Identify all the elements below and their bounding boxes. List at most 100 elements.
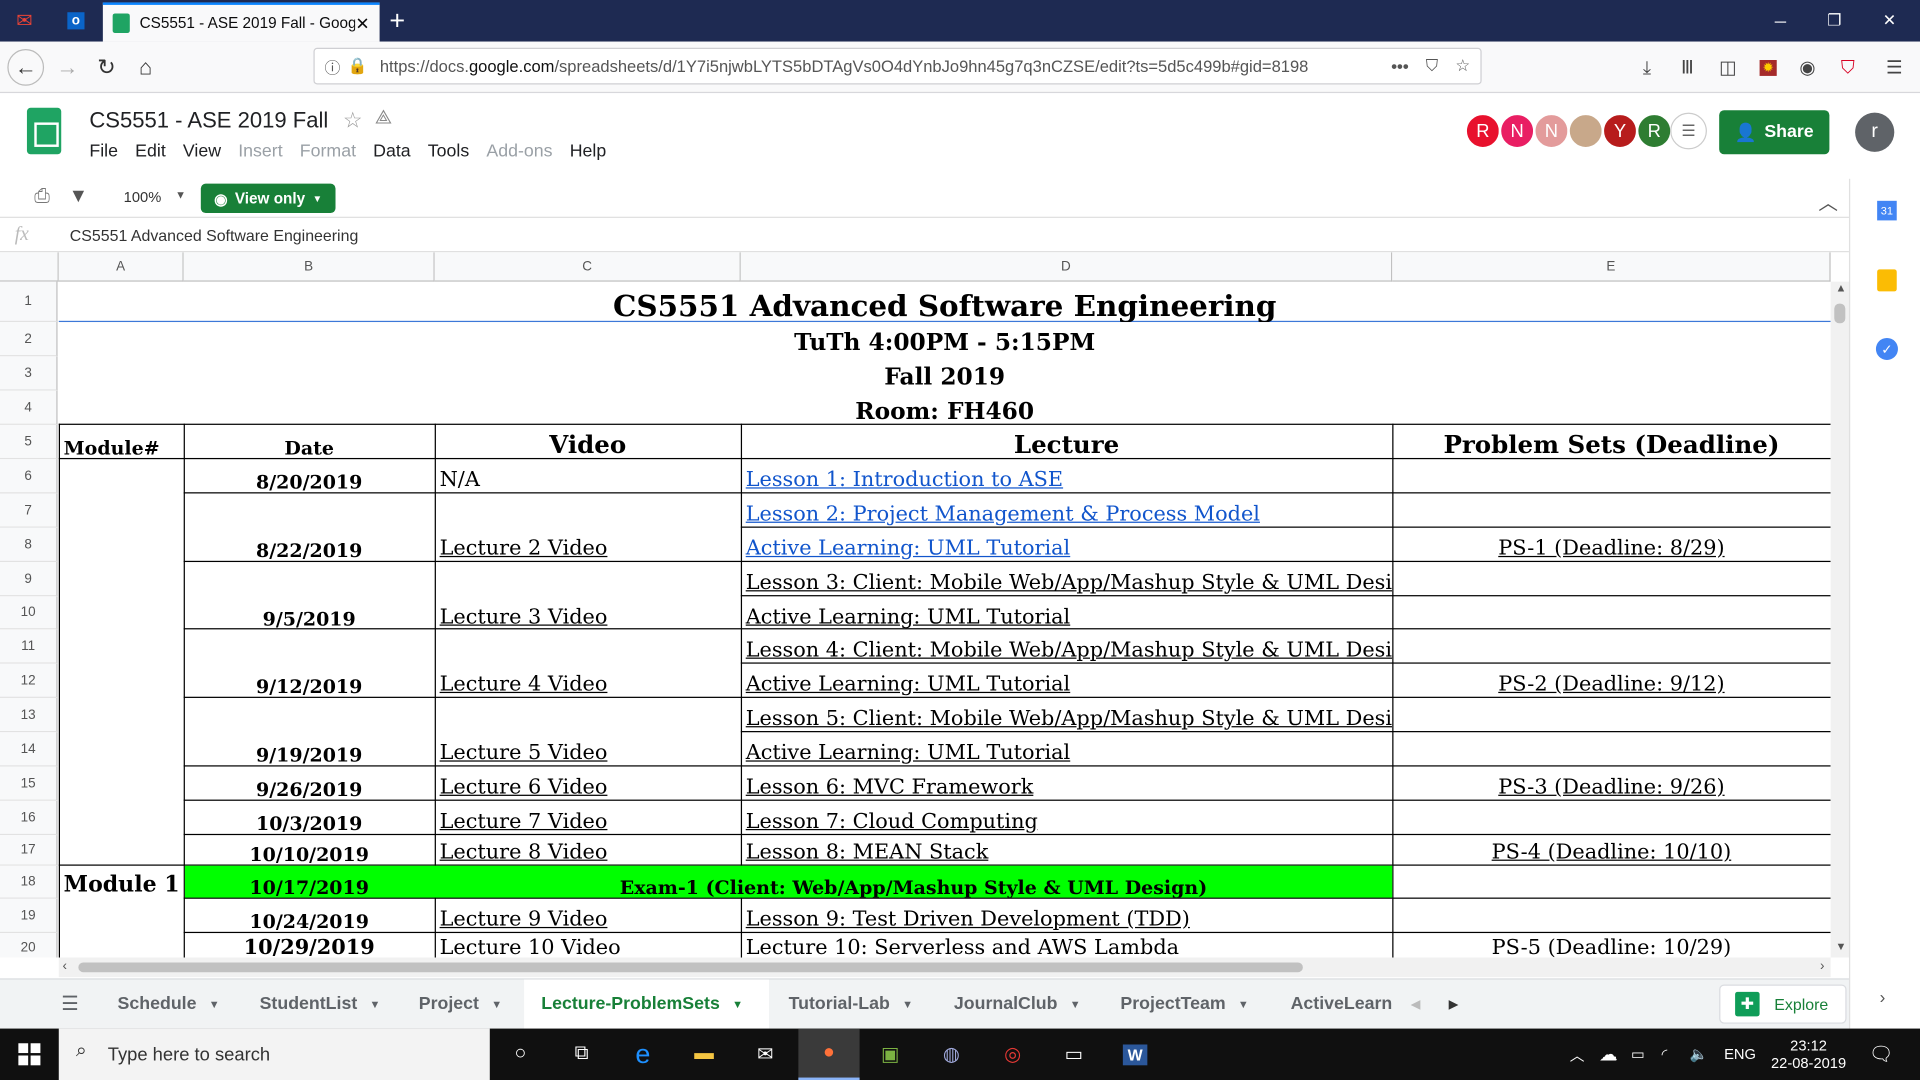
row-header[interactable]: 18	[0, 865, 58, 899]
lecture-link[interactable]: Lesson 8: MEAN Stack	[741, 835, 1392, 864]
row-header[interactable]: 2	[0, 322, 58, 357]
url-bar[interactable]: ⓘ 🔒 https://docs.google.com/spreadsheets…	[313, 47, 1482, 85]
date-cell[interactable]: 10/24/2019	[184, 899, 435, 932]
problem-set-link[interactable]: PS-4 (Deadline: 10/10)	[1392, 835, 1830, 864]
filter-icon[interactable]: ▼	[69, 186, 88, 208]
schedule-cell[interactable]: TuTh 4:00PM - 5:15PM	[59, 322, 1831, 356]
term-cell[interactable]: Fall 2019	[59, 356, 1831, 390]
date-cell[interactable]: 9/26/2019	[184, 767, 435, 800]
row-header[interactable]: 17	[0, 835, 58, 866]
sheet-tab[interactable]: ActiveLearn	[1273, 980, 1393, 1029]
lecture-link[interactable]: Lesson 1: Introduction to ASE	[741, 459, 1392, 492]
lecture-link[interactable]: Lesson 5: Client: Mobile Web/App/Mashup …	[741, 698, 1393, 731]
date-cell[interactable]: 8/22/2019	[184, 528, 435, 561]
row-header[interactable]: 15	[0, 766, 58, 801]
row-header[interactable]: 4	[0, 390, 58, 425]
view-only-button[interactable]: ◉ View only ▼	[200, 183, 336, 214]
video-link[interactable]: Lecture 6 Video	[435, 767, 741, 800]
notifications-icon[interactable]: 🗨	[1869, 1029, 1894, 1080]
battery-icon[interactable]: ▭	[1631, 1029, 1645, 1080]
avatar[interactable]: R	[1635, 112, 1673, 150]
bookmark-star-icon[interactable]: ☆	[1455, 56, 1470, 76]
page-actions-icon[interactable]: •••	[1391, 57, 1408, 75]
word-icon[interactable]: W	[1104, 1029, 1165, 1080]
sheets-logo-icon[interactable]	[26, 107, 62, 155]
menu-help[interactable]: Help	[570, 142, 607, 162]
zoom-select[interactable]: 100%	[124, 189, 162, 206]
lecture-link[interactable]: Lesson 4: Client: Mobile Web/App/Mashup …	[741, 629, 1393, 662]
lecture-link[interactable]: Active Learning: UML Tutorial	[741, 664, 1392, 697]
column-header-e[interactable]: E	[1392, 252, 1831, 282]
lecture-link[interactable]: Active Learning: UML Tutorial	[741, 528, 1392, 561]
problem-set-link[interactable]: PS-1 (Deadline: 8/29)	[1392, 528, 1830, 561]
video-link[interactable]: Lecture 2 Video	[435, 528, 741, 561]
column-header-d[interactable]: D	[740, 252, 1393, 282]
language-indicator[interactable]: ENG	[1724, 1029, 1756, 1080]
document-title[interactable]: CS5551 - ASE 2019 Fall	[89, 108, 328, 134]
lecture-link[interactable]: Lesson 6: MVC Framework	[741, 767, 1392, 800]
wifi-icon[interactable]: ◜	[1662, 1029, 1668, 1080]
column-header-b[interactable]: B	[183, 252, 435, 282]
close-tab-icon[interactable]: ✕	[355, 13, 369, 34]
date-cell[interactable]: 9/12/2019	[184, 664, 435, 697]
date-cell[interactable]: 10/3/2019	[184, 801, 435, 834]
avatar[interactable]: Y	[1601, 112, 1639, 150]
row-header[interactable]: 8	[0, 527, 58, 563]
cortana-icon[interactable]: ○	[490, 1029, 551, 1080]
date-cell[interactable]: 10/17/2019	[184, 866, 435, 898]
menu-icon[interactable]: ☰	[1881, 54, 1908, 81]
sheet-tab[interactable]: Tutorial-Lab ▼	[771, 980, 930, 1029]
menu-view[interactable]: View	[183, 142, 221, 162]
pocket-toolbar-icon[interactable]: ⛉	[1834, 54, 1861, 81]
account-icon[interactable]: ◉	[1794, 54, 1821, 81]
clock[interactable]: 23:12 22-08-2019	[1769, 1029, 1847, 1080]
module-label[interactable]: Module 1	[59, 866, 184, 898]
browser-active-tab[interactable]: CS5551 - ASE 2019 Fall - Googl ✕	[102, 2, 380, 42]
video-link[interactable]: Lecture 5 Video	[435, 732, 741, 765]
firefox-icon[interactable]: ●	[798, 1028, 860, 1080]
header-lecture[interactable]: Lecture	[741, 425, 1392, 458]
file-explorer-icon[interactable]: ▬	[673, 1029, 734, 1080]
video-cell[interactable]: N/A	[435, 459, 741, 492]
date-cell[interactable]: 8/20/2019	[184, 459, 435, 492]
mail-icon[interactable]: ✉	[735, 1029, 796, 1080]
header-module[interactable]: Module#	[59, 425, 184, 458]
row-header[interactable]: 6	[0, 459, 58, 494]
keep-icon[interactable]	[1877, 269, 1897, 292]
exam-cell[interactable]: Exam-1 (Client: Web/App/Mashup Style & U…	[435, 866, 1393, 898]
room-cell[interactable]: Room: FH460	[59, 391, 1831, 425]
sidebar-icon[interactable]: ◫	[1714, 54, 1741, 81]
terminal-icon[interactable]: ▭	[1043, 1029, 1104, 1080]
restore-icon[interactable]: ❐	[1806, 0, 1862, 42]
scroll-tabs-left-icon[interactable]: ◂	[1411, 992, 1421, 1016]
sheet-tab[interactable]: JournalClub ▼	[937, 980, 1098, 1029]
date-cell[interactable]: 9/19/2019	[184, 732, 435, 765]
onedrive-icon[interactable]: ☁	[1599, 1029, 1617, 1080]
row-header[interactable]: 14	[0, 732, 58, 767]
show-hidden-icons[interactable]: ︿	[1570, 1029, 1585, 1080]
video-link[interactable]: Lecture 3 Video	[435, 596, 741, 629]
row-header[interactable]: 19	[0, 898, 58, 934]
downloads-icon[interactable]: ⤓	[1633, 54, 1660, 81]
corner-cell[interactable]	[0, 252, 59, 282]
chevron-down-icon[interactable]: ▼	[175, 189, 186, 201]
lecture-link[interactable]: Active Learning: UML Tutorial	[741, 732, 1392, 765]
chrome-icon[interactable]: ◎	[982, 1029, 1043, 1080]
date-cell[interactable]: 9/5/2019	[184, 596, 435, 629]
row-header[interactable]: 11	[0, 629, 58, 664]
avatar[interactable]	[1567, 112, 1605, 150]
video-link[interactable]: Lecture 4 Video	[435, 664, 741, 697]
row-header[interactable]: 12	[0, 663, 58, 698]
row-header[interactable]: 10	[0, 596, 58, 630]
forward-icon[interactable]: →	[49, 49, 86, 86]
menu-file[interactable]: File	[89, 142, 118, 162]
row-header[interactable]: 1	[0, 281, 58, 323]
comments-icon[interactable]: ☰	[1670, 112, 1707, 150]
lecture-link[interactable]: Lesson 7: Cloud Computing	[741, 801, 1392, 834]
formula-value[interactable]: CS5551 Advanced Software Engineering	[70, 227, 359, 245]
minimize-icon[interactable]: ─	[1752, 0, 1808, 42]
lecture-link[interactable]: Lesson 9: Test Driven Development (TDD)	[741, 899, 1392, 932]
sheet-tab[interactable]: StudentList ▼	[242, 980, 397, 1029]
extension-icon[interactable]: ✹	[1755, 54, 1782, 81]
video-link[interactable]: Lecture 10 Video	[435, 933, 741, 957]
